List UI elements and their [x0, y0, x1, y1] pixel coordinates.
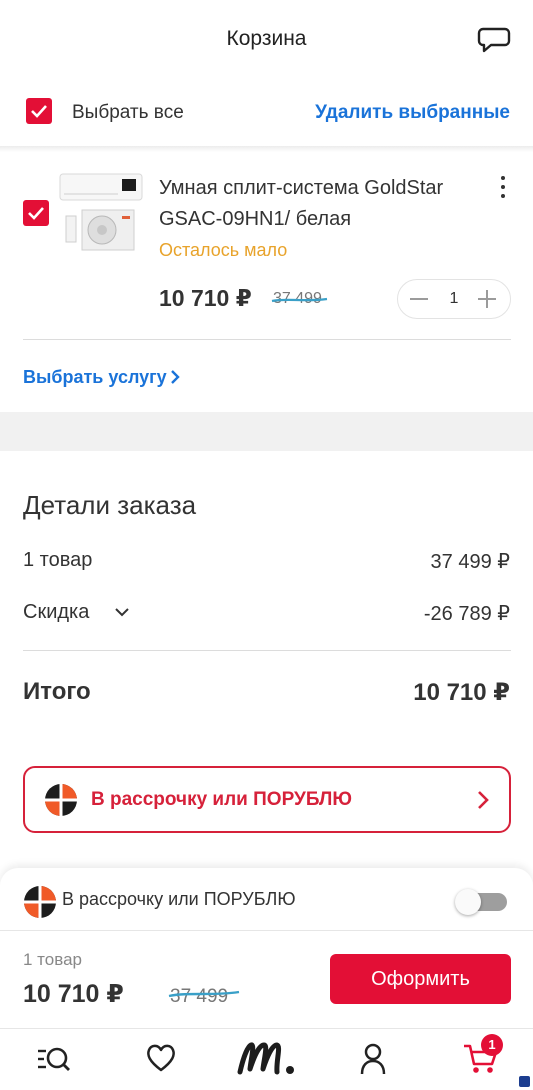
discount-label[interactable]: Скидка: [23, 601, 89, 624]
m-logo-icon[interactable]: [237, 1039, 297, 1077]
item-checkbox[interactable]: [23, 200, 49, 226]
items-count-label: 1 товар: [23, 549, 93, 571]
section-separator: [0, 412, 533, 451]
delete-selected-link[interactable]: Удалить выбранные: [315, 102, 510, 124]
installment-button[interactable]: В рассрочку или ПОРУБЛЮ: [23, 766, 511, 833]
strikethrough-mark: [168, 990, 240, 998]
plus-icon[interactable]: [478, 290, 496, 308]
item-price: 10 710 ₽: [159, 285, 252, 311]
select-all-row: Выбрать все Удалить выбранные: [0, 82, 533, 146]
chevron-right-icon[interactable]: [169, 370, 181, 384]
app-header: Корзина: [0, 0, 533, 82]
product-title[interactable]: Умная сплит-система GoldStar GSAC-09HN1/…: [159, 173, 479, 235]
checkout-button[interactable]: Оформить: [330, 954, 511, 1004]
bottom-tab-bar: [0, 1028, 533, 1090]
choose-service-link[interactable]: Выбрать услугу: [23, 367, 167, 388]
summary-price: 10 710 ₽: [23, 980, 124, 1008]
cart-count-badge: 1: [481, 1034, 503, 1056]
stock-status: Осталось мало: [159, 240, 288, 260]
quantity-stepper[interactable]: 1: [397, 279, 511, 319]
installment-toggle[interactable]: [455, 889, 507, 915]
profile-icon[interactable]: [359, 1043, 387, 1075]
section-divider: [0, 146, 533, 152]
divider: [23, 650, 511, 651]
chevron-down-icon[interactable]: [114, 606, 130, 618]
system-indicator-icon: [519, 1076, 530, 1087]
divider: [0, 930, 533, 931]
items-total-value: 37 499 ₽: [430, 551, 510, 573]
installment-toggle-label: В рассрочку или ПОРУБЛЮ: [62, 889, 296, 909]
checkmark-icon: [31, 105, 47, 118]
porublyu-logo-icon: [24, 886, 56, 918]
checkmark-icon: [28, 207, 44, 220]
catalog-search-icon[interactable]: [37, 1043, 71, 1075]
summary-count: 1 товар: [23, 950, 82, 969]
product-image[interactable]: [58, 172, 144, 252]
discount-value: -26 789 ₽: [423, 603, 510, 625]
total-value: 10 710 ₽: [413, 679, 510, 706]
select-all-label: Выбрать все: [72, 102, 184, 123]
chat-bubble-icon[interactable]: [477, 24, 511, 56]
chevron-right-icon: [478, 791, 489, 809]
heart-icon[interactable]: [145, 1043, 177, 1073]
total-label: Итого: [23, 678, 91, 705]
page-title: Корзина: [226, 27, 307, 50]
porublyu-logo-icon: [45, 784, 77, 816]
toggle-knob: [455, 889, 481, 915]
divider: [23, 339, 511, 340]
order-details-title: Детали заказа: [23, 490, 197, 520]
select-all-checkbox[interactable]: [26, 98, 52, 124]
strikethrough-mark: [271, 297, 328, 303]
installment-button-label: В рассрочку или ПОРУБЛЮ: [91, 789, 352, 810]
more-options-icon[interactable]: [495, 176, 511, 202]
